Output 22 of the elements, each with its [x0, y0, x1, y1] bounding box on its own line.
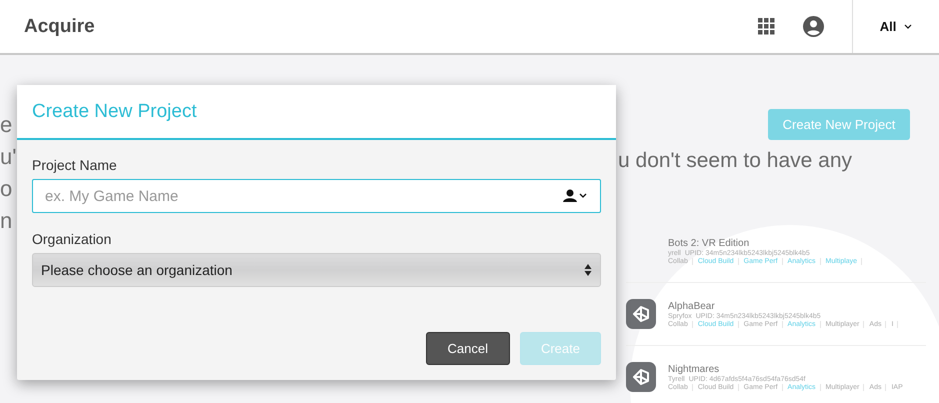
organization-select[interactable]: Please choose an organization [32, 253, 601, 287]
apps-grid-icon[interactable] [758, 18, 775, 35]
person-caret-icon[interactable] [563, 189, 587, 203]
empty-message: u don't seem to have any [618, 149, 852, 173]
heading-fragment: e [0, 111, 12, 139]
project-name: Bots 2: VR Edition [668, 238, 750, 248]
project-name: AlphaBear [668, 300, 716, 312]
project-name-label: Project Name [32, 157, 118, 173]
sort-arrows-icon [584, 263, 592, 277]
caret-icon [904, 24, 912, 29]
cube-logo-icon [631, 367, 651, 387]
organization-label: Organization [32, 231, 112, 247]
cube-logo-icon [631, 304, 651, 324]
dialog-title: Create New Project [32, 100, 197, 122]
project-name-field[interactable]: ex. My Game Name [32, 179, 601, 213]
heading-fragment: o [0, 175, 12, 203]
project-name: Nightmares [668, 364, 720, 374]
heading-fragment: n [0, 207, 12, 235]
cancel-button[interactable]: Cancel [426, 332, 510, 365]
app-title: Acquire [24, 16, 96, 38]
heading-fragment: u' [0, 143, 16, 171]
account-icon[interactable] [803, 16, 824, 37]
